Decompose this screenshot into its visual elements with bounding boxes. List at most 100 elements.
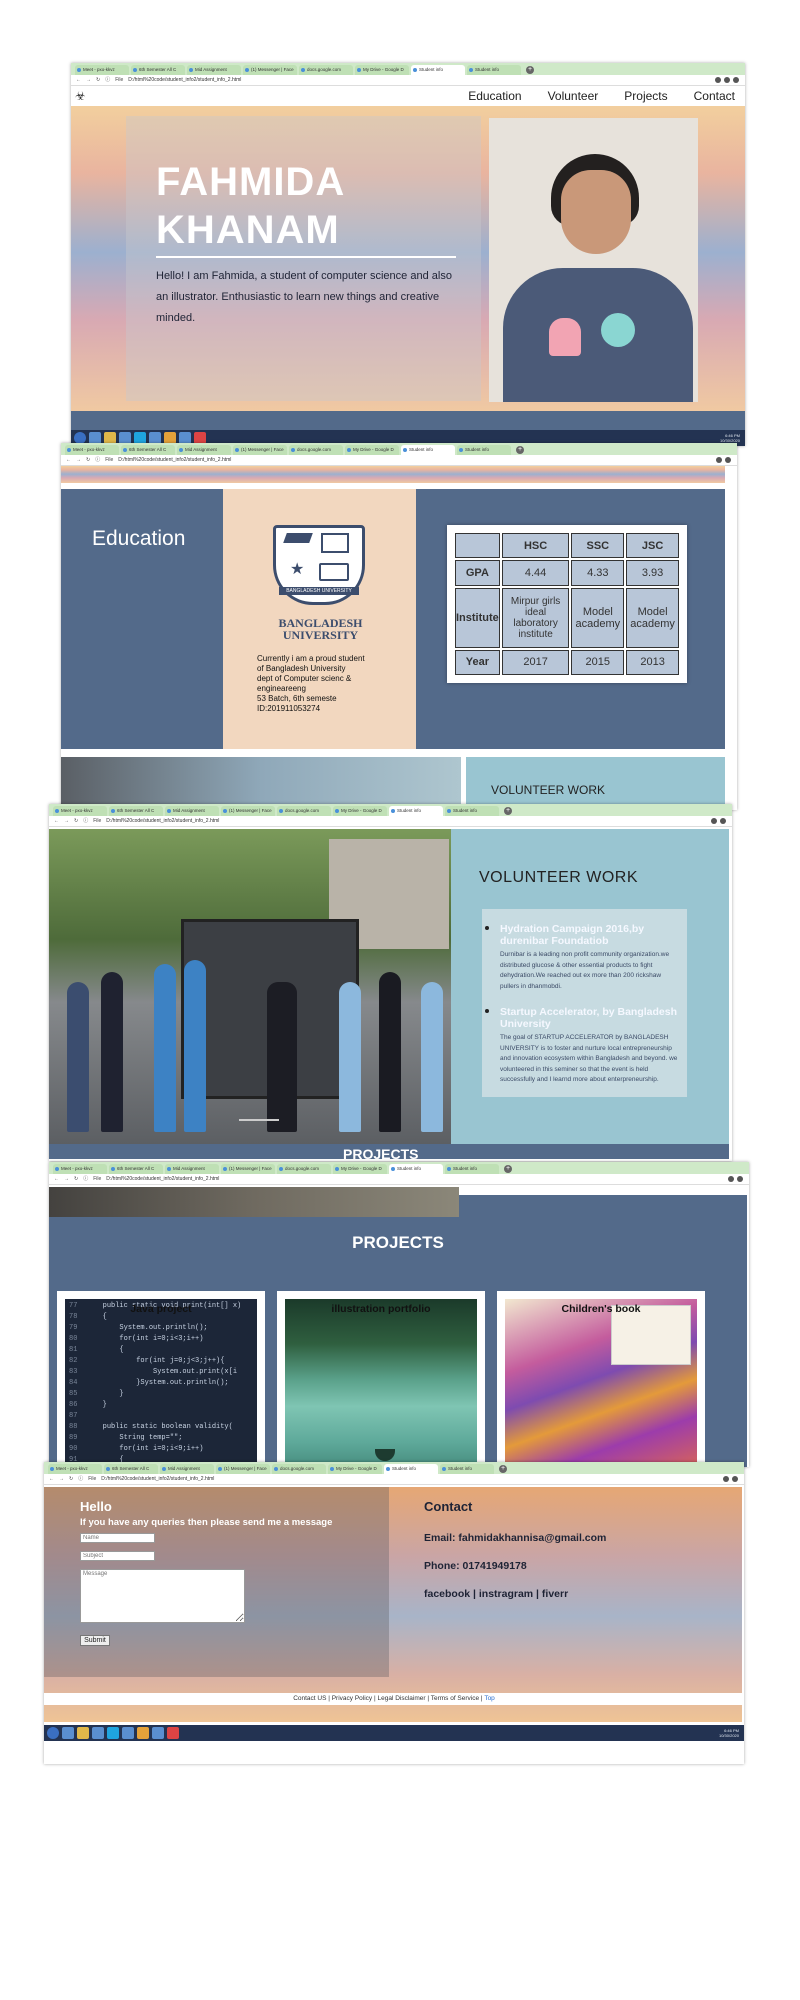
- browser-tab[interactable]: My Drive - Google D: [328, 1464, 382, 1474]
- back-icon[interactable]: ←: [76, 75, 81, 86]
- app-icon[interactable]: [152, 1727, 164, 1739]
- url-text[interactable]: D:/html%20code/student_info2/student_inf…: [101, 1474, 718, 1485]
- browser-tab[interactable]: docs.google.com: [299, 65, 353, 75]
- browser-tab[interactable]: Mid Assignment: [177, 445, 231, 455]
- new-tab-icon[interactable]: +: [526, 66, 534, 74]
- browser-tab[interactable]: Student info: [467, 65, 521, 75]
- project-card-illustration[interactable]: illustration portfolio: [277, 1291, 485, 1467]
- reload-icon[interactable]: ↻: [96, 75, 100, 86]
- browser-tab[interactable]: (1) Messenger | Face: [243, 65, 297, 75]
- browser-tab[interactable]: Meet - pxo-kkvz: [48, 1464, 102, 1474]
- edge-icon[interactable]: [62, 1727, 74, 1739]
- social-links[interactable]: facebook | instragram | fiverr: [424, 1588, 606, 1600]
- browser-tab[interactable]: (1) Messenger | Face: [221, 806, 275, 816]
- site-logo-icon[interactable]: ☣: [75, 89, 93, 103]
- back-icon[interactable]: ←: [49, 1474, 54, 1485]
- nav-link-contact[interactable]: Contact: [694, 89, 735, 103]
- reload-icon[interactable]: ↻: [69, 1474, 73, 1485]
- browser-tab[interactable]: Meet - pxo-kkvz: [75, 65, 129, 75]
- reload-icon[interactable]: ↻: [74, 1174, 78, 1185]
- browser-tab[interactable]: Mid Assignment: [187, 65, 241, 75]
- browser-tab[interactable]: docs.google.com: [277, 1164, 331, 1174]
- back-icon[interactable]: ←: [54, 816, 59, 827]
- avatar[interactable]: [737, 1176, 743, 1182]
- forward-icon[interactable]: →: [64, 816, 69, 827]
- app-icon[interactable]: [167, 1727, 179, 1739]
- browser-tab-active[interactable]: Student info: [401, 445, 455, 455]
- avatar[interactable]: [720, 818, 726, 824]
- back-icon[interactable]: ←: [54, 1174, 59, 1185]
- browser-tab[interactable]: 6th Semester All C: [109, 806, 163, 816]
- browser-tab[interactable]: (1) Messenger | Face: [233, 445, 287, 455]
- browser-tab[interactable]: Meet - pxo-kkvz: [65, 445, 119, 455]
- browser-tab[interactable]: Meet - pxo-kkvz: [53, 1164, 107, 1174]
- forward-icon[interactable]: →: [86, 75, 91, 86]
- folder-icon[interactable]: [77, 1727, 89, 1739]
- browser-tab[interactable]: Mid Assignment: [165, 1164, 219, 1174]
- browser-tab-active[interactable]: Student info: [411, 65, 465, 75]
- browser-tab[interactable]: My Drive - Google D: [345, 445, 399, 455]
- forward-icon[interactable]: →: [64, 1174, 69, 1185]
- subject-field[interactable]: [80, 1551, 155, 1561]
- avatar[interactable]: [732, 1476, 738, 1482]
- url-text[interactable]: D:/html%20code/student_info2/student_inf…: [106, 1174, 723, 1185]
- reload-icon[interactable]: ↻: [86, 455, 90, 466]
- browser-tab[interactable]: docs.google.com: [289, 445, 343, 455]
- avatar[interactable]: [725, 457, 731, 463]
- star-icon[interactable]: [728, 1176, 734, 1182]
- nav-link-education[interactable]: Education: [468, 89, 521, 103]
- back-to-top-link[interactable]: Top: [484, 1695, 494, 1702]
- chrome-icon[interactable]: [137, 1727, 149, 1739]
- browser-tab[interactable]: Student info: [440, 1464, 494, 1474]
- browser-tab[interactable]: My Drive - Google D: [355, 65, 409, 75]
- new-tab-icon[interactable]: +: [504, 807, 512, 815]
- browser-tab[interactable]: (1) Messenger | Face: [216, 1464, 270, 1474]
- browser-tab-active[interactable]: Student info: [384, 1464, 438, 1474]
- browser-tab[interactable]: 6th Semester All C: [104, 1464, 158, 1474]
- new-tab-icon[interactable]: +: [516, 446, 524, 454]
- message-field[interactable]: [80, 1569, 245, 1623]
- browser-tab[interactable]: Mid Assignment: [165, 806, 219, 816]
- forward-icon[interactable]: →: [76, 455, 81, 466]
- browser-tab[interactable]: Student info: [457, 445, 511, 455]
- browser-tab-active[interactable]: Student info: [389, 806, 443, 816]
- new-tab-icon[interactable]: +: [499, 1465, 507, 1473]
- star-icon[interactable]: [723, 1476, 729, 1482]
- avatar[interactable]: [733, 77, 739, 83]
- browser-tab[interactable]: My Drive - Google D: [333, 1164, 387, 1174]
- star-icon[interactable]: [711, 818, 717, 824]
- browser-tab[interactable]: docs.google.com: [277, 806, 331, 816]
- browser-tab[interactable]: Meet - pxo-kkvz: [53, 806, 107, 816]
- windows-start-icon[interactable]: [47, 1727, 59, 1739]
- name-field[interactable]: [80, 1533, 155, 1543]
- contact-email[interactable]: Email: fahmidakhannisa@gmail.com: [424, 1532, 606, 1544]
- new-tab-icon[interactable]: +: [504, 1165, 512, 1173]
- browser-tab[interactable]: 6th Semester All C: [121, 445, 175, 455]
- star-icon[interactable]: [716, 457, 722, 463]
- carousel-indicator[interactable]: [239, 1119, 279, 1121]
- nav-link-volunteer[interactable]: Volunteer: [548, 89, 599, 103]
- back-icon[interactable]: ←: [66, 455, 71, 466]
- project-card-childrens-book[interactable]: Children's book: [497, 1291, 705, 1467]
- url-text[interactable]: D:/html%20code/student_info2/student_inf…: [128, 75, 710, 86]
- reload-icon[interactable]: ↻: [74, 816, 78, 827]
- footer-links[interactable]: Contact US | Privacy Policy | Legal Disc…: [293, 1695, 482, 1702]
- app-icon[interactable]: [122, 1727, 134, 1739]
- app-icon[interactable]: [92, 1727, 104, 1739]
- browser-tab[interactable]: Mid Assignment: [160, 1464, 214, 1474]
- browser-tab[interactable]: My Drive - Google D: [333, 806, 387, 816]
- browser-tab[interactable]: 6th Semester All C: [109, 1164, 163, 1174]
- browser-tab[interactable]: Student info: [445, 806, 499, 816]
- url-text[interactable]: D:/html%20code/student_info2/student_inf…: [106, 816, 706, 827]
- project-card-java[interactable]: 77 public static void print(int[] x) 78 {…: [57, 1291, 265, 1467]
- nav-link-projects[interactable]: Projects: [624, 89, 667, 103]
- url-text[interactable]: D:/html%20code/student_info2/student_inf…: [118, 455, 711, 466]
- browser-tab-active[interactable]: Student info: [389, 1164, 443, 1174]
- star-icon[interactable]: [715, 77, 721, 83]
- browser-tab[interactable]: 6th Semester All C: [131, 65, 185, 75]
- browser-tab[interactable]: (1) Messenger | Face: [221, 1164, 275, 1174]
- submit-button[interactable]: Submit: [80, 1635, 110, 1646]
- forward-icon[interactable]: →: [59, 1474, 64, 1485]
- extension-icon[interactable]: [724, 77, 730, 83]
- skype-icon[interactable]: [107, 1727, 119, 1739]
